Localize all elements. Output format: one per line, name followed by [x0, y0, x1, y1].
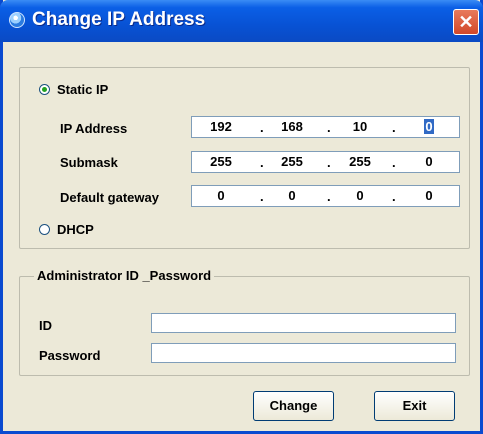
submask-separator: . [392, 155, 396, 170]
static-ip-option[interactable]: Static IP [39, 82, 108, 97]
ip-octet-2[interactable]: 168 [275, 119, 309, 134]
id-input[interactable] [151, 313, 456, 333]
gateway-octet-2[interactable]: 0 [275, 188, 309, 203]
dhcp-radio[interactable] [39, 224, 50, 235]
app-icon [9, 12, 25, 28]
gateway-separator: . [260, 189, 264, 204]
password-input[interactable] [151, 343, 456, 363]
password-label: Password [39, 348, 101, 363]
administrator-legend: Administrator ID _Password [34, 268, 215, 283]
gateway-separator: . [327, 189, 331, 204]
submask-octet-3[interactable]: 255 [343, 154, 377, 169]
ip-separator: . [327, 120, 331, 135]
static-ip-label: Static IP [57, 82, 109, 97]
submask-octet-4[interactable]: 0 [412, 154, 446, 169]
ip-octet-1[interactable]: 192 [204, 119, 238, 134]
dhcp-label: DHCP [57, 222, 94, 237]
gateway-separator: . [392, 189, 396, 204]
ip-octet-4-selected: 0 [424, 119, 434, 134]
ip-separator: . [260, 120, 264, 135]
exit-button[interactable]: Exit [374, 391, 455, 421]
gateway-octet-1[interactable]: 0 [204, 188, 238, 203]
submask-separator: . [260, 155, 264, 170]
submask-input[interactable]: 255 . 255 . 255 . 0 [191, 151, 460, 173]
id-label: ID [39, 318, 52, 333]
ip-separator: . [392, 120, 396, 135]
window-title: Change IP Address [32, 9, 206, 30]
gateway-octet-3[interactable]: 0 [343, 188, 377, 203]
submask-separator: . [327, 155, 331, 170]
title-bar[interactable]: Change IP Address ✕ [0, 0, 483, 42]
default-gateway-label: Default gateway [60, 190, 159, 205]
change-button[interactable]: Change [253, 391, 334, 421]
ip-octet-3[interactable]: 10 [343, 119, 377, 134]
close-button[interactable]: ✕ [453, 9, 479, 35]
dhcp-option[interactable]: DHCP [39, 222, 94, 237]
ip-address-input[interactable]: 192 . 168 . 10 . 0 [191, 116, 460, 138]
change-ip-dialog: Change IP Address ✕ Static IP IP Address… [0, 0, 483, 434]
ip-address-label: IP Address [60, 121, 128, 136]
submask-octet-1[interactable]: 255 [204, 154, 238, 169]
submask-label: Submask [60, 155, 118, 170]
ip-octet-4[interactable]: 0 [412, 119, 446, 134]
gateway-octet-4[interactable]: 0 [412, 188, 446, 203]
submask-octet-2[interactable]: 255 [275, 154, 309, 169]
static-ip-radio[interactable] [39, 84, 50, 95]
default-gateway-input[interactable]: 0 . 0 . 0 . 0 [191, 185, 460, 207]
